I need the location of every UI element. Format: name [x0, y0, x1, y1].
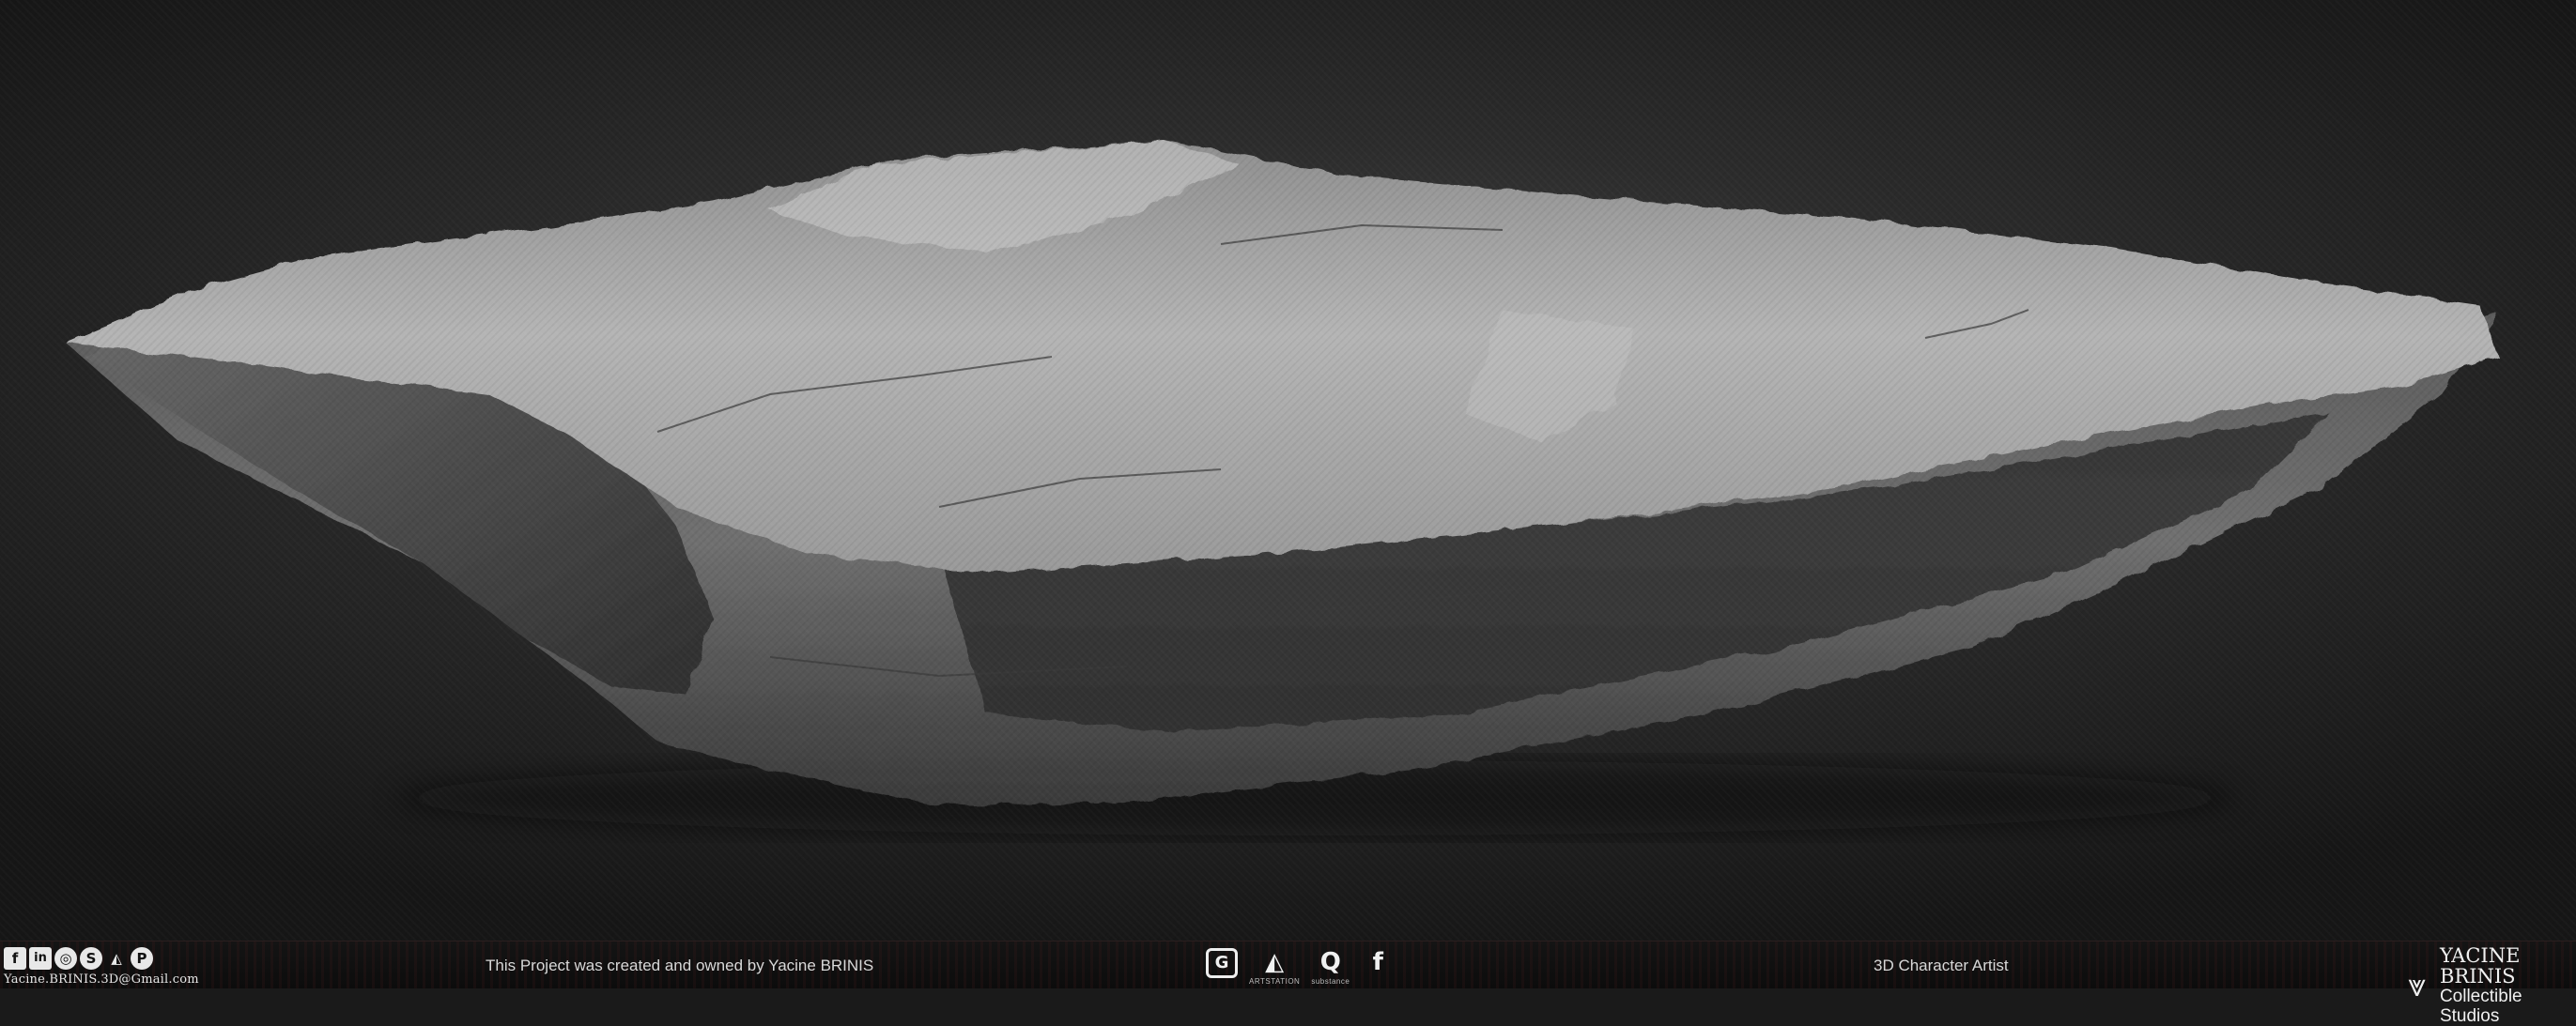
- substance-logo-icon: Q: [1319, 948, 1341, 976]
- software-label: ARTSTATION: [1249, 977, 1301, 986]
- grab-tool-icon: G: [1206, 948, 1238, 978]
- render-viewport: [0, 0, 2576, 941]
- software-item: ◭ ARTSTATION: [1249, 948, 1300, 986]
- brand-signature: ⩔ YACINE BRINIS Collectible Studios: [2399, 945, 2576, 1026]
- software-item: f: [1361, 948, 1395, 976]
- artstation-logo-icon: ◭: [1265, 948, 1285, 976]
- job-title: 3D Character Artist: [1874, 957, 2009, 974]
- instagram-icon[interactable]: ◎: [54, 947, 77, 970]
- rock-sculpt-render: [66, 141, 2498, 835]
- ownership-text: This Project was created and owned by Ya…: [486, 957, 874, 974]
- skype-icon[interactable]: S: [80, 947, 102, 970]
- software-item: Q substance: [1311, 948, 1350, 986]
- software-logos: G ◭ ARTSTATION Q substance f: [1206, 948, 1395, 986]
- fusion-logo-icon: f: [1372, 948, 1383, 976]
- software-label: substance: [1311, 977, 1350, 986]
- social-icons: f in ◎ S ◭ P: [4, 947, 153, 970]
- facebook-icon[interactable]: f: [4, 947, 26, 970]
- artstation-icon[interactable]: ◭: [105, 947, 128, 970]
- brand-logo-icon: ⩔: [2407, 967, 2427, 1004]
- footer-bar: f in ◎ S ◭ P Yacine.BRINIS.3D@Gmail.com …: [0, 941, 2576, 1026]
- brand-subtitle: Collectible Studios: [2439, 987, 2522, 1026]
- linkedin-icon[interactable]: in: [29, 947, 52, 970]
- brand-name: YACINE BRINIS: [2439, 944, 2521, 988]
- pinterest-icon[interactable]: P: [131, 947, 153, 970]
- software-item: G: [1206, 948, 1238, 978]
- contact-email[interactable]: Yacine.BRINIS.3D@Gmail.com: [4, 972, 199, 987]
